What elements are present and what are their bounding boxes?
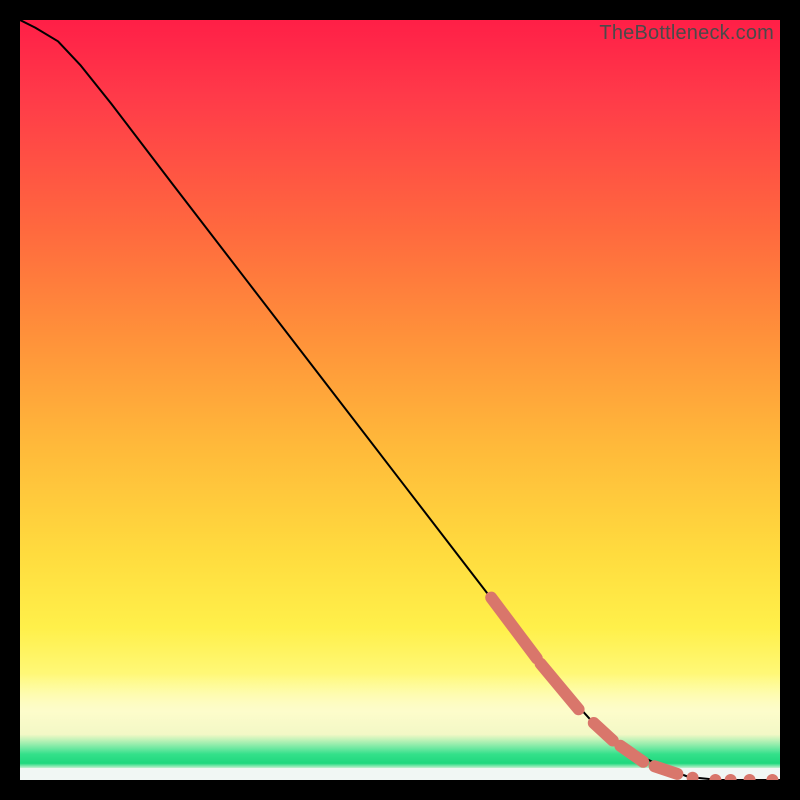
highlight-segment — [655, 766, 678, 774]
highlight-dot — [687, 772, 699, 780]
highlight-dot — [709, 774, 721, 780]
chart-overlay — [20, 20, 780, 780]
chart-stage: TheBottleneck.com — [0, 0, 800, 800]
bottleneck-curve — [20, 20, 780, 780]
highlight-dot — [725, 774, 737, 780]
highlight-dot — [766, 774, 778, 780]
curve-layer — [20, 20, 780, 780]
highlight-dot — [744, 774, 756, 780]
highlight-segment — [594, 723, 613, 741]
highlight-segment — [541, 664, 579, 710]
highlight-segment — [491, 598, 537, 659]
highlight-segment — [620, 746, 643, 762]
watermark-text: TheBottleneck.com — [599, 22, 774, 45]
highlight-layer — [491, 598, 778, 780]
plot-area: TheBottleneck.com — [20, 20, 780, 780]
